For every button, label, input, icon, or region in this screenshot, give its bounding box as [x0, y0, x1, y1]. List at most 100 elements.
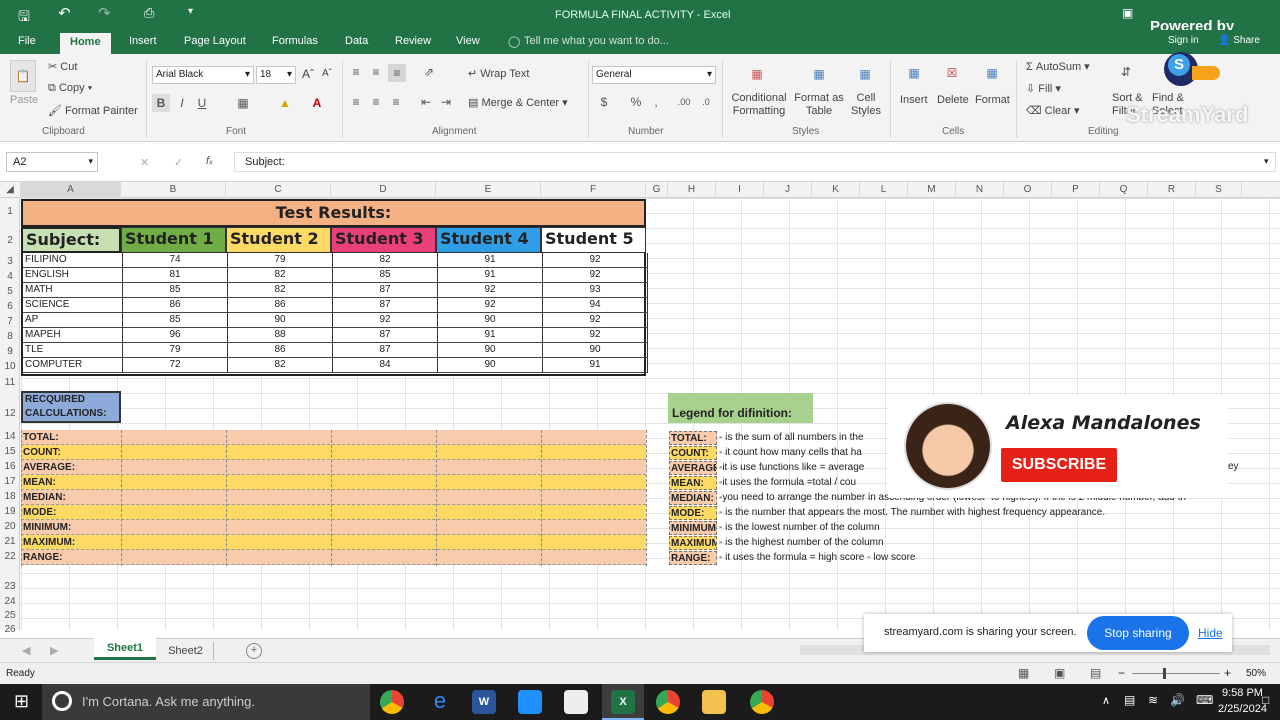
shrink-font-icon[interactable]: Aˇ [322, 68, 332, 79]
row-header[interactable]: 25 [0, 610, 20, 621]
legend-term[interactable]: MODE: [669, 506, 717, 520]
col-n[interactable]: N [956, 182, 1004, 198]
format-as-table-button[interactable]: Format as Table [790, 92, 848, 118]
score-cell[interactable]: 92 [543, 268, 648, 283]
format-cells-button[interactable]: Format [975, 94, 1010, 106]
autosum-button[interactable]: Σ AutoSum ▾ [1026, 60, 1090, 73]
font-color-icon[interactable]: A [308, 94, 326, 112]
score-cell[interactable]: 82 [333, 253, 438, 268]
legend-title-cell[interactable]: Legend for difinition: [668, 393, 813, 423]
col-g[interactable]: G [646, 182, 668, 198]
row-header[interactable]: 19 [0, 506, 20, 517]
comma-icon[interactable]: , [648, 94, 664, 110]
calculation-row[interactable]: RANGE: [21, 550, 646, 565]
row-header[interactable]: 16 [0, 461, 20, 472]
row-header[interactable]: 6 [0, 301, 20, 312]
chrome-icon[interactable] [750, 690, 774, 714]
tab-file[interactable]: File [18, 35, 36, 47]
save-icon[interactable]: 🖫 [18, 6, 30, 30]
align-top-icon[interactable]: ≡ [348, 64, 364, 80]
calculation-row[interactable]: AVERAGE: [21, 460, 646, 475]
conditional-formatting-icon[interactable]: ▦ [744, 60, 770, 88]
row-header[interactable]: 24 [0, 596, 20, 607]
insert-cells-button[interactable]: Insert [900, 94, 928, 106]
score-cell[interactable]: 93 [543, 283, 648, 298]
subject-cell[interactable]: MATH [23, 283, 123, 298]
header-student-3[interactable]: Student 3 [331, 227, 436, 253]
calculation-row[interactable]: MEAN: [21, 475, 646, 490]
row-header[interactable]: 26 [0, 624, 20, 635]
formula-input[interactable]: Subject: [234, 152, 1276, 172]
select-all[interactable]: ◢ [0, 182, 21, 198]
clock-time[interactable]: 9:58 PM [1222, 687, 1263, 699]
format-as-table-icon[interactable]: ▦ [806, 60, 832, 88]
insert-cells-icon[interactable]: ▦ [902, 60, 926, 86]
score-cell[interactable]: 92 [333, 313, 438, 328]
subject-cell[interactable]: TLE [23, 343, 123, 358]
score-cell[interactable]: 85 [123, 313, 228, 328]
score-cell[interactable]: 90 [438, 358, 543, 373]
stop-sharing-button[interactable]: Stop sharing [1087, 616, 1189, 650]
header-subject[interactable]: Subject: [21, 227, 121, 253]
sheet-tab-sheet1[interactable]: Sheet1 [94, 638, 156, 660]
enter-icon[interactable]: ✓ [174, 156, 183, 169]
col-r[interactable]: R [1148, 182, 1196, 198]
cut-button[interactable]: ✂ Cut [48, 60, 77, 73]
row-header[interactable]: 15 [0, 446, 20, 457]
row-header[interactable]: 7 [0, 316, 20, 327]
copy-button[interactable]: ⧉ Copy ▾ [48, 82, 92, 95]
expand-formula-icon[interactable]: ▾ [1264, 156, 1269, 167]
keyboard-icon[interactable]: ⌨ [1196, 693, 1213, 707]
score-cell[interactable]: 91 [438, 328, 543, 343]
store-icon[interactable] [564, 690, 588, 714]
score-cell[interactable]: 84 [333, 358, 438, 373]
calculation-row[interactable]: MEDIAN: [21, 490, 646, 505]
insert-function-icon[interactable]: fₓ [206, 155, 213, 167]
font-name-select[interactable]: Arial Black ▾ [152, 66, 254, 84]
row-header[interactable]: 1 [0, 206, 20, 217]
percent-icon[interactable]: % [628, 94, 644, 110]
header-student-5[interactable]: Student 5 [541, 227, 646, 253]
fill-button[interactable]: ⇩ Fill ▾ [1026, 82, 1061, 95]
align-left-icon[interactable]: ≡ [348, 94, 364, 110]
score-cell[interactable]: 86 [228, 343, 333, 358]
score-cell[interactable]: 72 [123, 358, 228, 373]
row-header[interactable]: 8 [0, 331, 20, 342]
paste-icon[interactable]: 📋 [10, 60, 36, 92]
col-m[interactable]: M [908, 182, 956, 198]
row-header[interactable]: 10 [0, 361, 20, 372]
file-explorer-icon[interactable] [702, 690, 726, 714]
row-header[interactable]: 12 [0, 408, 20, 419]
normal-view-icon[interactable]: ▦ [1018, 666, 1029, 680]
ribbon-display-icon[interactable]: ▣ [1122, 6, 1133, 20]
row-header[interactable]: 17 [0, 476, 20, 487]
next-sheet-icon[interactable]: ▶ [50, 644, 58, 657]
subject-cell[interactable]: FILIPINO [23, 253, 123, 268]
align-middle-icon[interactable]: ≡ [368, 64, 384, 80]
zoom-in-icon[interactable]: + [1224, 666, 1231, 680]
score-cell[interactable]: 90 [543, 343, 648, 358]
legend-term[interactable]: MINIMUM [669, 521, 717, 535]
subscribe-button[interactable]: SUBSCRIBE [1001, 448, 1117, 482]
score-cell[interactable]: 92 [438, 298, 543, 313]
required-calculations-cell[interactable]: RECQUIRED CALCULATIONS: [21, 391, 121, 423]
score-cell[interactable]: 82 [228, 283, 333, 298]
prev-sheet-icon[interactable]: ◀ [22, 644, 30, 657]
col-q[interactable]: Q [1100, 182, 1148, 198]
font-size-select[interactable]: 18 ▾ [256, 66, 296, 84]
col-e[interactable]: E [436, 182, 541, 198]
chrome-icon[interactable] [380, 690, 404, 714]
network-icon[interactable]: ▤ [1124, 693, 1135, 707]
score-cell[interactable]: 92 [543, 313, 648, 328]
col-c[interactable]: C [226, 182, 331, 198]
row-header[interactable]: 9 [0, 346, 20, 357]
sheet-tab-sheet2[interactable]: Sheet2 [158, 642, 214, 660]
excel-taskbar-button[interactable]: X [602, 684, 644, 720]
row-header[interactable]: 2 [0, 235, 20, 246]
tab-formulas[interactable]: Formulas [272, 35, 318, 47]
add-sheet-icon[interactable]: + [246, 643, 262, 659]
bold-icon[interactable]: B [152, 94, 170, 112]
col-s[interactable]: S [1196, 182, 1242, 198]
word-icon[interactable]: W [472, 690, 496, 714]
tell-me-search[interactable]: Tell me what you want to do... [524, 35, 669, 47]
